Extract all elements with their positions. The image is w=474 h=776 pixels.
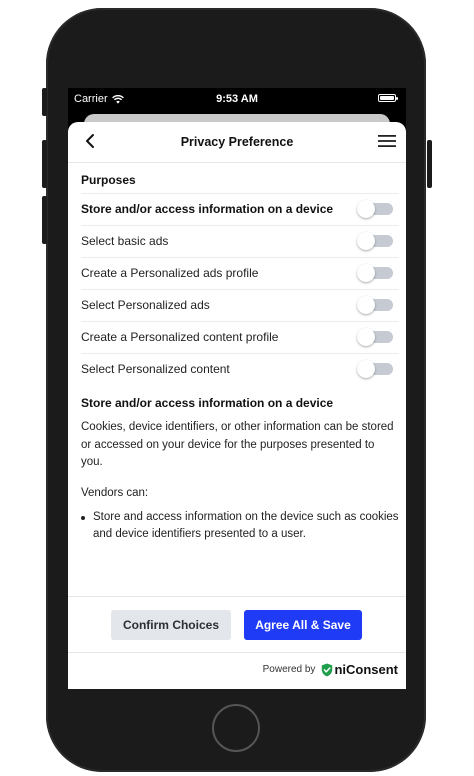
powered-by-label: Powered by <box>262 664 316 675</box>
home-button[interactable] <box>212 704 260 752</box>
detail-title: Store and/or access information on a dev… <box>81 396 334 410</box>
status-time: 9:53 AM <box>216 93 258 105</box>
powered-divider <box>68 652 406 653</box>
purpose-toggle[interactable] <box>357 200 393 218</box>
purpose-toggle[interactable] <box>357 360 393 378</box>
toggle-knob <box>357 232 375 250</box>
purpose-toggle[interactable] <box>357 264 393 282</box>
purpose-row-content-profile[interactable]: Create a Personalized content profile <box>81 322 399 354</box>
purpose-label: Select Personalized content <box>81 362 230 376</box>
vendors-bullet-item: Store and access information on the devi… <box>81 509 399 544</box>
privacy-preference-sheet: Privacy Preference Purposes Store and/or… <box>68 122 406 689</box>
toggle-knob <box>357 264 375 282</box>
toggle-knob <box>357 296 375 314</box>
phone-screen: Carrier 9:53 AM Privacy Preference Purpo… <box>68 88 406 689</box>
purpose-row-personalized-content[interactable]: Select Personalized content <box>81 354 399 385</box>
purpose-toggle[interactable] <box>357 328 393 346</box>
purpose-row-personalized-ads[interactable]: Select Personalized ads <box>81 290 399 322</box>
power-button <box>427 140 432 188</box>
purpose-row-basic-ads[interactable]: Select basic ads <box>81 226 399 258</box>
status-bar: Carrier 9:53 AM <box>68 88 406 110</box>
toggle-knob <box>357 360 375 378</box>
toggle-knob <box>357 328 375 346</box>
purpose-row-store-access[interactable]: Store and/or access information on a dev… <box>81 194 399 226</box>
purpose-toggle[interactable] <box>357 296 393 314</box>
hamburger-menu-icon[interactable] <box>378 134 396 148</box>
brand-name: niConsent <box>334 662 398 677</box>
page-title: Privacy Preference <box>180 135 294 149</box>
agree-all-save-button[interactable]: Agree All & Save <box>244 610 362 640</box>
purpose-row-ads-profile[interactable]: Create a Personalized ads profile <box>81 258 399 290</box>
sheet-content: Purposes Store and/or access information… <box>81 162 399 544</box>
purposes-heading: Purposes <box>81 162 399 194</box>
toggle-knob <box>357 200 375 218</box>
volume-up-button <box>42 140 47 188</box>
sheet-header: Privacy Preference <box>68 122 406 163</box>
footer-divider <box>68 596 406 597</box>
purpose-label: Create a Personalized content profile <box>81 330 279 344</box>
purpose-label: Store and/or access information on a dev… <box>81 202 334 216</box>
purpose-label: Create a Personalized ads profile <box>81 266 259 280</box>
purpose-label: Select basic ads <box>81 234 169 248</box>
battery-icon <box>378 94 398 102</box>
brand-logo: niConsent <box>321 662 398 677</box>
powered-by-footer: Powered by niConsent <box>263 662 398 677</box>
purpose-toggle[interactable] <box>357 232 393 250</box>
mute-switch <box>42 88 47 116</box>
purpose-label: Select Personalized ads <box>81 298 210 312</box>
vendors-label: Vendors can: <box>81 486 149 499</box>
confirm-choices-button[interactable]: Confirm Choices <box>111 610 231 640</box>
shield-check-icon <box>322 663 333 676</box>
detail-description: Cookies, device identifiers, or other in… <box>81 421 394 468</box>
volume-down-button <box>42 196 47 244</box>
